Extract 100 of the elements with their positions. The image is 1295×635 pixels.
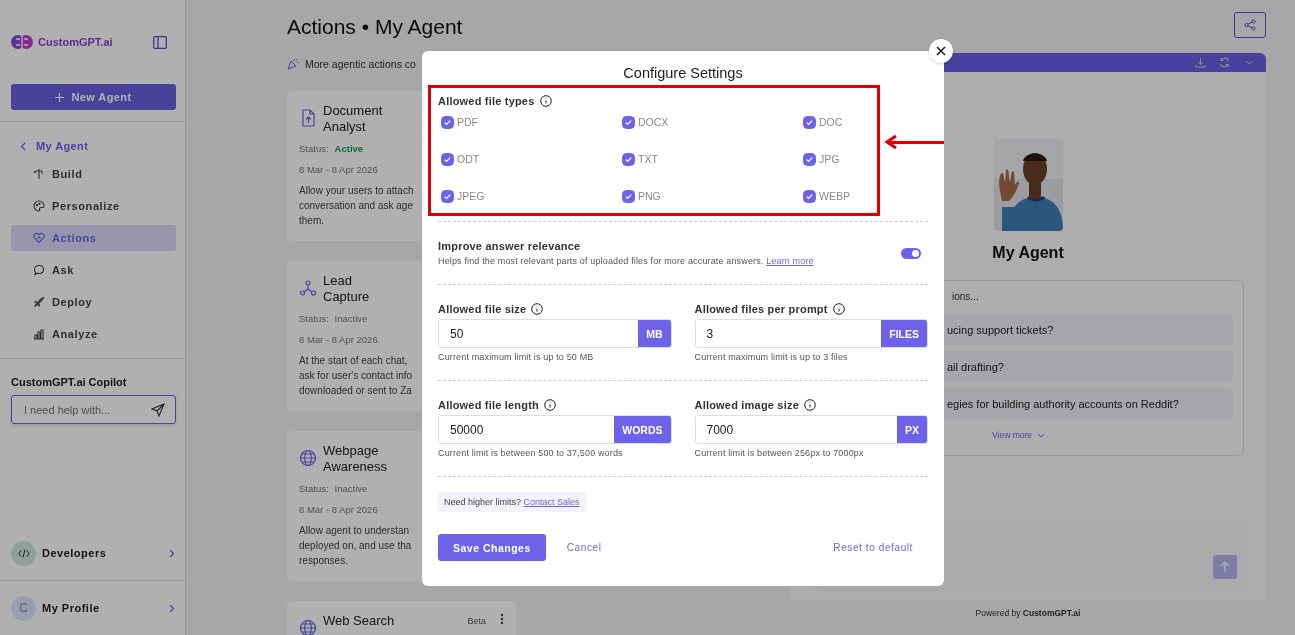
- close-button[interactable]: [929, 39, 953, 63]
- share-button[interactable]: [1234, 12, 1266, 38]
- notice-text: More agentic actions co: [305, 58, 416, 70]
- chevron-right-icon: [169, 603, 175, 613]
- file-type-checkbox[interactable]: WEBP: [803, 189, 984, 203]
- checkbox-icon: [803, 115, 816, 129]
- unit-label: PX: [897, 416, 927, 443]
- nav-item[interactable]: Deploy: [11, 289, 176, 315]
- copilot-title: CustomGPT.ai Copilot: [11, 376, 128, 388]
- view-more-button[interactable]: View more: [992, 430, 1045, 440]
- card-description: Allow your users to attach: [299, 184, 414, 198]
- date-range: 8 Mar - 8 Apr 2026: [299, 164, 378, 175]
- page-title: Actions • My Agent: [287, 14, 463, 39]
- close-icon: [936, 46, 946, 56]
- file-type-checkbox[interactable]: DOC: [803, 115, 984, 129]
- palette-icon: [33, 200, 45, 212]
- field-hint: Current limit is between 256px to 7000px: [694, 448, 865, 458]
- send-icon[interactable]: [151, 402, 165, 417]
- copilot-input[interactable]: I need help with...: [22, 402, 151, 417]
- number-input-field[interactable]: 7000 PX: [694, 415, 928, 444]
- cancel-button[interactable]: Cancel: [566, 542, 602, 553]
- sidebar-toggle-icon[interactable]: [153, 35, 167, 49]
- card-description: downloaded or sent to Za: [299, 384, 412, 398]
- status-label: Status:: [299, 483, 329, 494]
- file-type-checkbox[interactable]: TXT: [622, 152, 803, 166]
- developers-menu-item[interactable]: Developers: [0, 540, 185, 566]
- more-icon[interactable]: [500, 613, 504, 625]
- nav-item[interactable]: Personalize: [11, 193, 176, 219]
- logo-text: CustomGPT.ai: [38, 36, 113, 48]
- checkbox-icon: [803, 189, 816, 203]
- download-icon[interactable]: [1195, 57, 1206, 68]
- globe-icon: [299, 619, 317, 635]
- checkbox-icon: [622, 115, 635, 129]
- checkbox-icon: [441, 152, 454, 166]
- status-text: Inactive: [334, 313, 368, 324]
- chevron-down-icon: [1037, 432, 1045, 438]
- card-description: ask for user's contact info: [299, 369, 413, 383]
- arrow-up-icon: [1220, 561, 1230, 573]
- nav-item[interactable]: Analyze: [11, 321, 176, 347]
- learn-more-link[interactable]: Learn more: [766, 256, 814, 266]
- info-icon[interactable]: [832, 303, 845, 315]
- status-text: Inactive: [334, 483, 368, 494]
- globe-icon: [299, 449, 317, 467]
- card-title: Web Search: [323, 613, 396, 629]
- copilot-input-field[interactable]: I need help with...: [11, 395, 176, 424]
- share-icon: [1244, 19, 1256, 31]
- agent-name: My Agent: [992, 244, 1064, 262]
- info-icon[interactable]: [543, 399, 556, 411]
- number-input-field[interactable]: 50000 WORDS: [438, 415, 672, 444]
- toggle-switch[interactable]: [901, 247, 921, 259]
- card-title: Document Analyst: [323, 103, 384, 135]
- info-icon[interactable]: [803, 399, 816, 411]
- number-input-field[interactable]: 50 MB: [438, 319, 672, 348]
- file-type-checkbox[interactable]: PNG: [622, 189, 803, 203]
- action-card[interactable]: Web Search Beta: [287, 601, 516, 635]
- heart-icon: [33, 232, 45, 244]
- nav-item[interactable]: Build: [11, 161, 176, 187]
- field-label: Allowed image size: [694, 399, 799, 411]
- new-agent-button[interactable]: New Agent: [11, 84, 176, 110]
- chat-bubble-icon: [33, 264, 45, 276]
- status-label: Status:: [299, 313, 329, 324]
- refresh-icon[interactable]: [1219, 57, 1230, 68]
- profile-avatar: C: [11, 595, 36, 621]
- checkbox-icon: [441, 189, 454, 203]
- profile-menu-item[interactable]: C My Profile: [0, 595, 185, 621]
- file-type-checkbox[interactable]: DOCX: [622, 115, 803, 129]
- file-type-checkbox[interactable]: JPG: [803, 152, 984, 166]
- unit-label: WORDS: [614, 416, 671, 443]
- chevron-right-icon: [169, 548, 175, 558]
- nav-item[interactable]: Ask: [11, 257, 176, 283]
- info-icon[interactable]: [539, 95, 552, 107]
- powered-by-text: Powered by CustomGPT.ai: [975, 608, 1081, 618]
- field-label: Allowed files per prompt: [694, 303, 828, 315]
- card-description: At the start of each chat,: [299, 354, 408, 368]
- date-range: 8 Mar - 8 Apr 2026: [299, 334, 378, 345]
- back-link[interactable]: My Agent: [20, 138, 185, 154]
- setting-title: Improve answer relevance: [438, 240, 582, 252]
- card-title: Lead Capture: [323, 273, 371, 305]
- checkbox-icon: [622, 152, 635, 166]
- status-label: Status:: [299, 143, 329, 154]
- card-title: Webpage Awareness: [323, 443, 389, 475]
- status-text: Active: [334, 143, 364, 154]
- rocket-icon: [33, 296, 45, 308]
- info-icon[interactable]: [531, 303, 544, 315]
- checkbox-icon: [803, 152, 816, 166]
- reset-button[interactable]: Reset to default: [833, 542, 913, 553]
- party-icon: [287, 58, 299, 70]
- code-icon: [17, 548, 30, 558]
- file-upload-icon: [299, 109, 317, 127]
- bar-chart-icon: [33, 328, 45, 340]
- save-button[interactable]: Save Changes: [438, 534, 546, 561]
- contact-sales-link[interactable]: Contact Sales: [523, 497, 580, 507]
- card-description: them.: [299, 214, 324, 228]
- checkbox-icon: [622, 189, 635, 203]
- suggestions-title: ions...: [951, 291, 980, 304]
- number-input-field[interactable]: 3 FILES: [694, 319, 928, 348]
- beta-label: Beta: [467, 616, 486, 626]
- chevron-left-icon: [20, 141, 26, 151]
- annotation-arrow: [884, 134, 944, 150]
- unit-label: FILES: [881, 320, 927, 347]
